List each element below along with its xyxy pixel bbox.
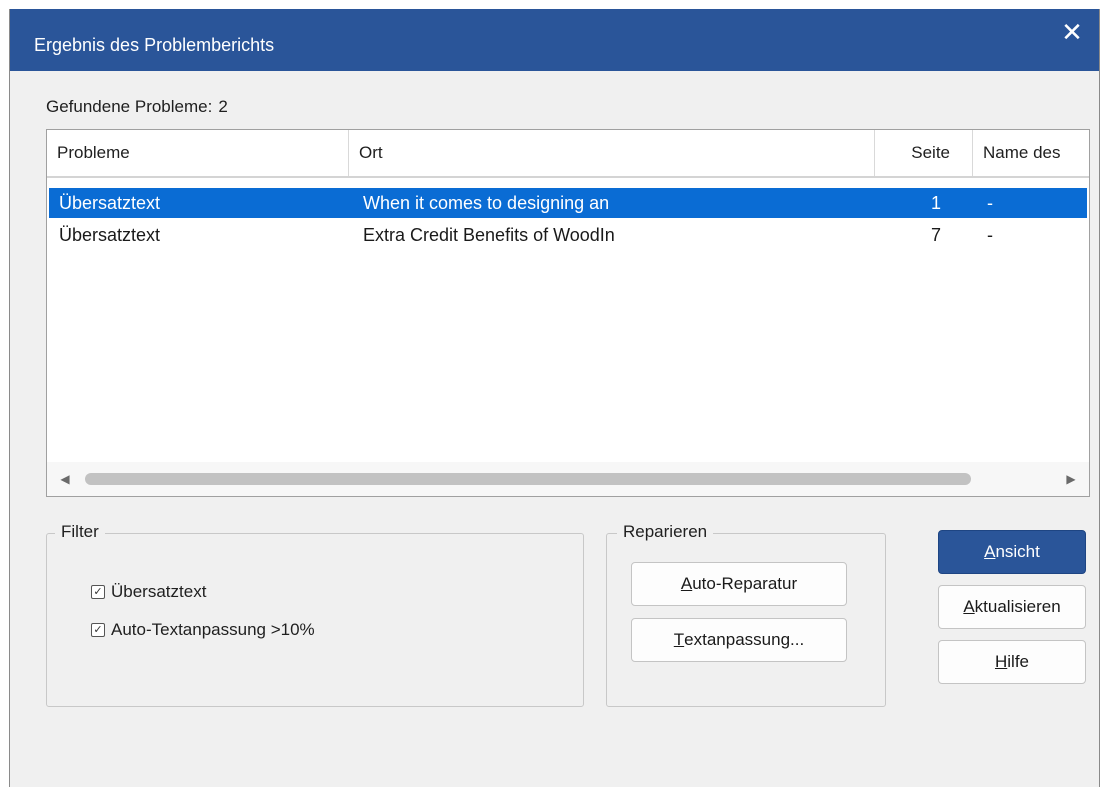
- button-label: uto-Reparatur: [692, 574, 798, 593]
- text-fit-button[interactable]: Textanpassung...: [631, 618, 847, 662]
- cell-name: -: [987, 193, 993, 213]
- problem-count-text: Gefundene Probleme:: [46, 97, 213, 116]
- problem-list[interactable]: Probleme Ort Seite Name des Übersatztext…: [46, 129, 1090, 497]
- refresh-button[interactable]: Aktualisieren: [938, 585, 1086, 629]
- cell-seite: 1: [930, 193, 941, 213]
- cell-ort: Extra Credit Benefits of WoodIn: [363, 225, 615, 245]
- problem-count-label: Gefundene Probleme: 2: [46, 97, 228, 117]
- button-label: nsicht: [995, 542, 1040, 561]
- dialog-title: Ergebnis des Problemberichts: [34, 35, 275, 55]
- cell-problem: Übersatztext: [59, 193, 161, 213]
- cell-seite: 7: [930, 225, 941, 245]
- checkbox-overset[interactable]: ✓: [91, 585, 105, 599]
- mnemonic: A: [680, 574, 693, 593]
- auto-repair-button[interactable]: Auto-Reparatur: [631, 562, 847, 606]
- scroll-right-icon[interactable]: ▶: [1063, 471, 1079, 487]
- cell-name: -: [987, 225, 993, 245]
- column-header-name[interactable]: Name des: [973, 130, 1089, 176]
- mnemonic: A: [984, 542, 996, 561]
- button-label: ilfe: [1007, 652, 1029, 671]
- button-label: ktualisieren: [974, 597, 1061, 616]
- column-header-seite[interactable]: Seite: [875, 130, 973, 176]
- scroll-left-icon[interactable]: ◀: [57, 471, 73, 487]
- dialog-window: Ergebnis des Problemberichts ✕ Gefundene…: [9, 9, 1100, 787]
- cell-problem: Übersatztext: [59, 225, 161, 245]
- cell-ort: When it comes to designing an: [363, 193, 610, 213]
- filter-option-label: Auto-Textanpassung >10%: [111, 620, 315, 639]
- table-row[interactable]: Übersatztext Extra Credit Benefits of Wo…: [49, 220, 1087, 250]
- list-header: Probleme Ort Seite Name des: [47, 130, 1089, 178]
- filter-option-label: Übersatztext: [111, 582, 207, 601]
- scrollbar-thumb[interactable]: [85, 473, 971, 485]
- table-row[interactable]: Übersatztext When it comes to designing …: [49, 188, 1087, 218]
- filter-group-title: Filter: [55, 522, 105, 542]
- repair-group-title: Reparieren: [617, 522, 714, 542]
- mnemonic: H: [994, 652, 1008, 671]
- column-header-probleme[interactable]: Probleme: [47, 130, 349, 176]
- mnemonic: T: [673, 630, 685, 649]
- horizontal-scrollbar[interactable]: ◀ ▶: [47, 462, 1089, 496]
- checkbox-autofit[interactable]: ✓: [91, 623, 105, 637]
- mnemonic: A: [963, 597, 975, 616]
- column-header-ort[interactable]: Ort: [349, 130, 875, 176]
- filter-group: Filter ✓ Übersatztext ✓ Auto-Textanpassu…: [46, 522, 584, 707]
- problem-count-value: 2: [218, 97, 228, 116]
- button-label: extanpassung...: [684, 630, 805, 649]
- title-bar: Ergebnis des Problemberichts ✕: [10, 9, 1099, 71]
- filter-option-autofit[interactable]: ✓ Auto-Textanpassung >10%: [91, 620, 315, 640]
- view-button[interactable]: Ansicht: [938, 530, 1086, 574]
- filter-option-overset[interactable]: ✓ Übersatztext: [91, 582, 206, 602]
- close-icon[interactable]: ✕: [1051, 15, 1093, 49]
- help-button[interactable]: Hilfe: [938, 640, 1086, 684]
- repair-group: Reparieren Auto-Reparatur Textanpassung.…: [606, 522, 886, 707]
